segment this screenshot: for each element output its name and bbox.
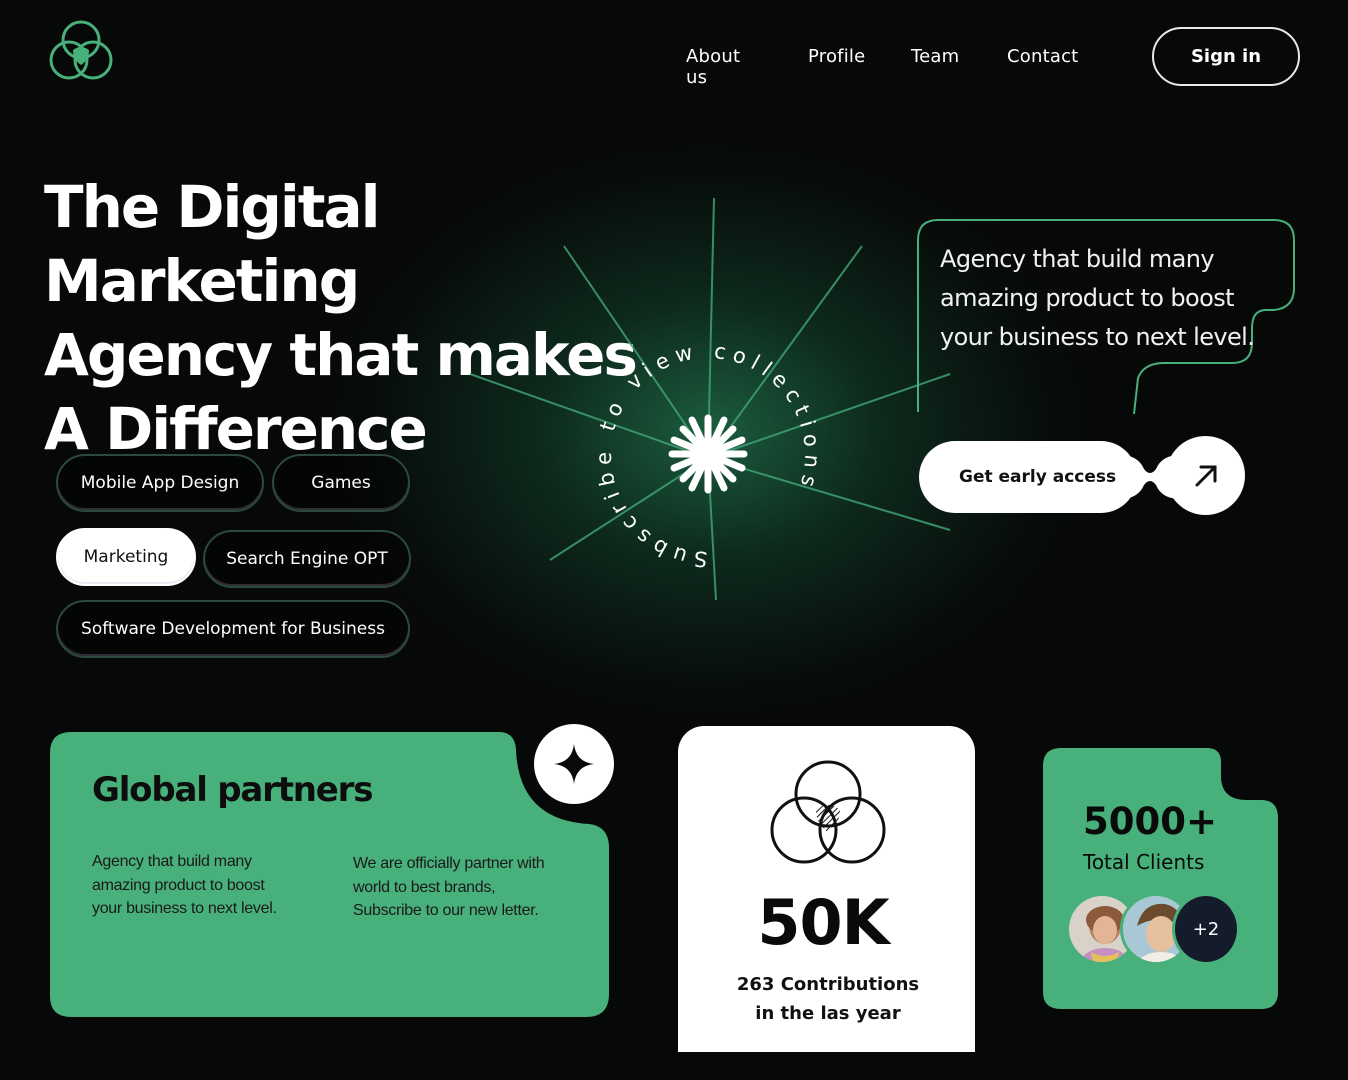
clients-value: 5000+ (1083, 800, 1217, 843)
tag-software-development[interactable]: Software Development for Business (56, 600, 410, 658)
nav-contact[interactable]: Contact (1007, 46, 1078, 67)
tag-mobile-app-design[interactable]: Mobile App Design (56, 454, 264, 512)
get-early-access-button[interactable]: Get early access (919, 441, 1137, 513)
arrow-up-right-icon (1195, 465, 1216, 486)
sparkle-icon (554, 744, 594, 784)
nav-about-us[interactable]: About us (686, 46, 740, 88)
nav-profile[interactable]: Profile (808, 46, 865, 67)
sign-in-button[interactable]: Sign in (1152, 27, 1300, 86)
contributions-label-line-1: 263 Contributions (736, 974, 920, 995)
clients-label: Total Clients (1083, 850, 1205, 874)
asterisk-icon (668, 414, 748, 494)
contributions-label-line-2: in the las year (755, 1003, 901, 1024)
tag-games[interactable]: Games (272, 454, 410, 512)
more-clients-badge[interactable]: +2 (1172, 893, 1240, 965)
cta-arrow-button[interactable] (1166, 436, 1245, 515)
contributions-value: 50K (757, 886, 889, 959)
nav-team[interactable]: Team (911, 46, 959, 67)
tag-search-engine-opt[interactable]: Search Engine OPT (203, 530, 411, 588)
logo-icon[interactable] (46, 18, 116, 84)
partners-text-right: We are officially partner with world to … (353, 855, 545, 919)
total-clients-card (1043, 748, 1278, 1009)
contributions-label: 263 Contributions in the las year (678, 970, 978, 1028)
sparkle-button[interactable] (534, 724, 614, 804)
global-partners-title: Global partners (92, 770, 373, 810)
venn-icon (770, 760, 886, 864)
partners-text-left: Agency that build many amazing product t… (92, 853, 277, 917)
quote-text: Agency that build many amazing product t… (940, 245, 1255, 351)
tag-marketing[interactable]: Marketing (56, 528, 196, 586)
subscribe-starburst[interactable]: Subscribe to view collections (430, 180, 990, 600)
